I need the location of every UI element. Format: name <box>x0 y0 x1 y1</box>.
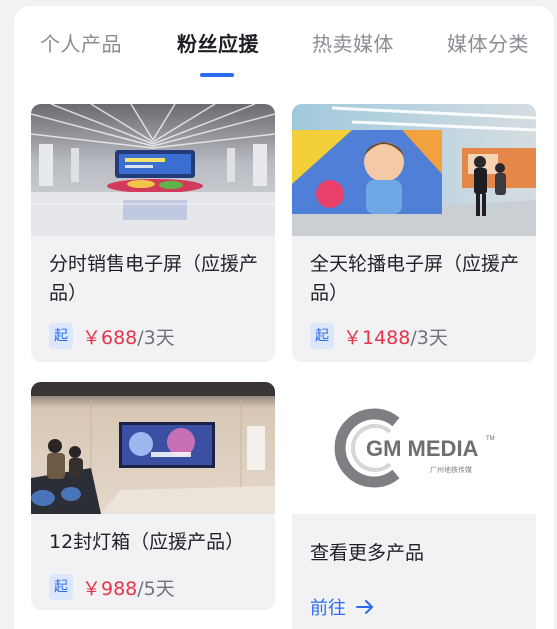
price-value: ￥688 <box>82 326 138 349</box>
product-image-escalator <box>31 382 275 514</box>
starting-price-badge: 起 <box>49 323 73 349</box>
price-value: ￥1488 <box>343 326 411 349</box>
price-period: /5天 <box>137 577 175 600</box>
arrow-right-icon <box>356 600 373 614</box>
more-products-label: 查看更多产品 <box>310 542 425 564</box>
price-period: /3天 <box>410 326 448 349</box>
logo-trademark: TM <box>486 436 495 442</box>
price-row: 起 ￥688 /3天 <box>49 321 175 351</box>
product-title: 12封灯箱（应援产品） <box>49 531 245 553</box>
price-value: ￥988 <box>82 577 138 600</box>
tab-fan-support[interactable]: 粉丝应援 <box>177 28 259 57</box>
product-panel: 个人产品 粉丝应援 热卖媒体 媒体分类 分时销售电子屏（应援产品） 起 ￥688… <box>14 6 554 629</box>
price-period: /3天 <box>137 326 175 349</box>
product-card-fullday-screen[interactable]: 全天轮播电子屏（应援产品） 起 ￥1488 /3天 <box>292 104 536 362</box>
tab-media-category[interactable]: 媒体分类 <box>447 28 529 57</box>
category-tabs: 个人产品 粉丝应援 热卖媒体 媒体分类 <box>14 6 554 86</box>
product-title: 分时销售电子屏（应援产品） <box>49 253 259 304</box>
gm-media-logo: GM MEDIA TM 广州地铁传媒 <box>334 408 495 488</box>
go-link-label: 前往 <box>310 598 346 619</box>
more-products-card[interactable]: GM MEDIA TM 广州地铁传媒 查看更多产品 前往 <box>292 382 536 629</box>
tab-hot-media[interactable]: 热卖媒体 <box>312 28 394 57</box>
starting-price-badge: 起 <box>310 323 334 349</box>
logo-wordmark: GM MEDIA <box>366 436 479 461</box>
product-image-station-hall <box>31 104 275 236</box>
price-row: 起 ￥1488 /3天 <box>310 321 448 351</box>
more-products-footer: 查看更多产品 前往 <box>292 514 536 629</box>
product-card-lightbox[interactable]: 12封灯箱（应援产品） 起 ￥988 /5天 <box>31 382 275 610</box>
starting-price-badge: 起 <box>49 574 73 600</box>
active-tab-indicator <box>200 73 234 77</box>
product-image-corridor <box>292 104 536 236</box>
price-row: 起 ￥988 /5天 <box>49 572 175 602</box>
product-card-timeshare-screen[interactable]: 分时销售电子屏（应援产品） 起 ￥688 /3天 <box>31 104 275 362</box>
go-link[interactable]: 前往 <box>310 594 374 620</box>
logo-subtitle: 广州地铁传媒 <box>430 465 472 474</box>
tab-personal-products[interactable]: 个人产品 <box>40 28 122 57</box>
product-title: 全天轮播电子屏（应援产品） <box>310 253 520 304</box>
